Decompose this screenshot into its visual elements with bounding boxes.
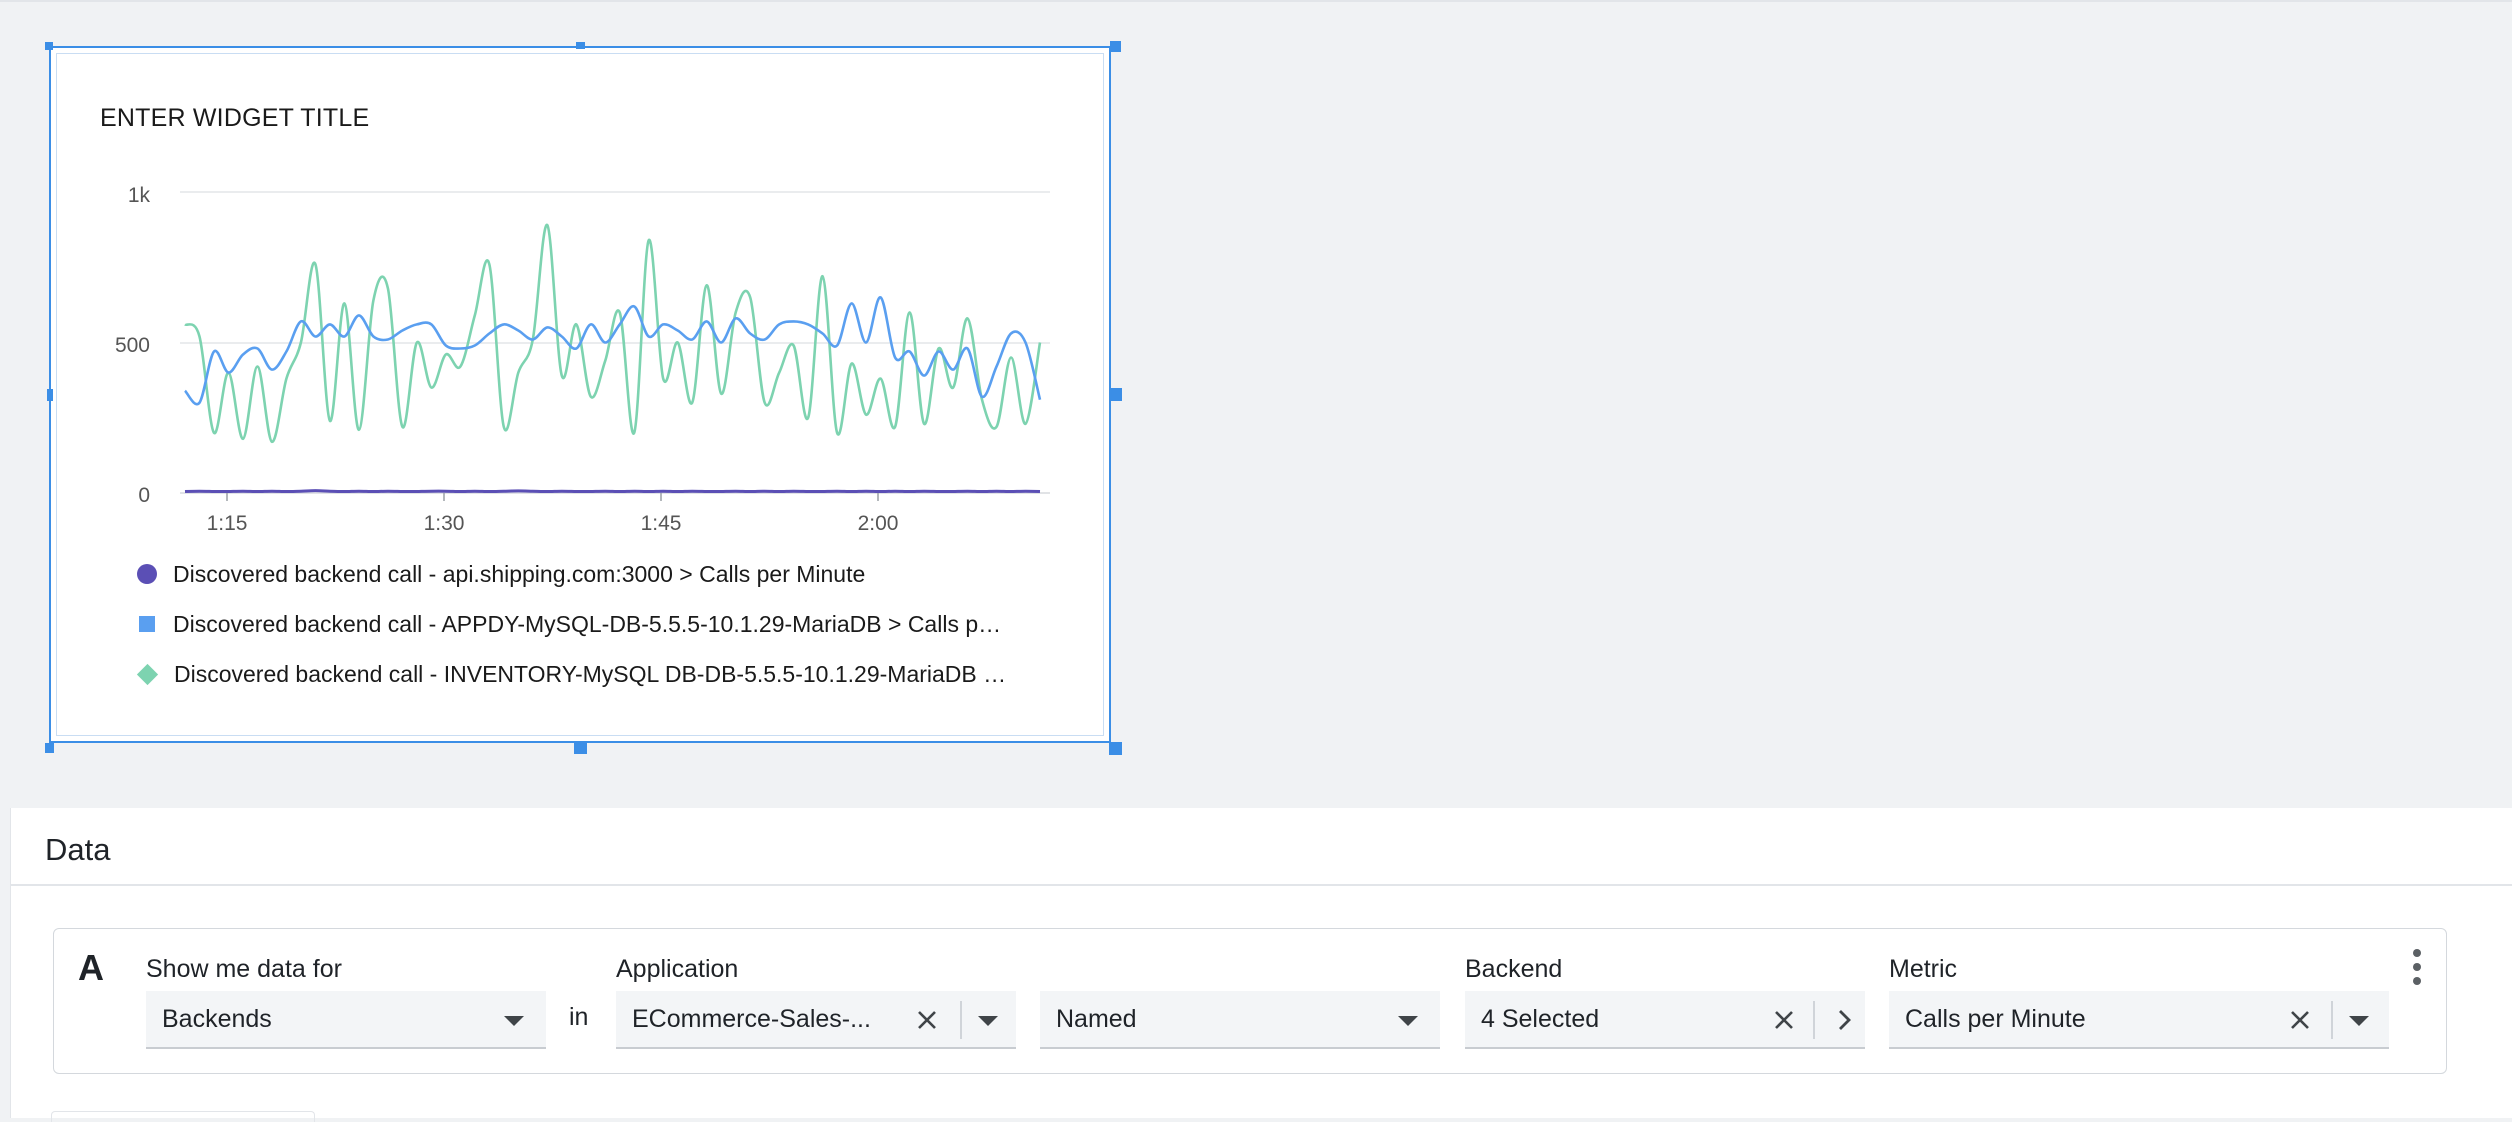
y-tick-0: 0	[138, 484, 150, 507]
resize-handle-bottom-left[interactable]	[45, 743, 54, 753]
legend-square-icon	[139, 616, 155, 632]
show-me-dropdown[interactable]: Backends	[146, 991, 546, 1049]
add-query-tab[interactable]	[51, 1111, 315, 1122]
x-tick-1-15: 1:15	[207, 512, 248, 535]
chevron-down-icon[interactable]	[504, 1016, 524, 1026]
series-layer	[184, 223, 1042, 493]
chevron-down-icon[interactable]	[2349, 1016, 2369, 1026]
query-row: A Show me data for Backends in Applicati…	[53, 928, 2447, 1074]
application-value: ECommerce-Sales-...	[632, 1005, 871, 1033]
data-panel: Data A Show me data for Backends in Appl…	[10, 808, 2512, 1122]
y-tick-500: 500	[115, 334, 150, 357]
legend-label: Discovered backend call - api.shipping.c…	[173, 560, 866, 587]
series-line-1[interactable]	[184, 296, 1042, 406]
y-tick-1k: 1k	[128, 184, 151, 207]
backend-selector[interactable]: 4 Selected	[1465, 991, 1865, 1049]
metric-label: Metric	[1889, 955, 1958, 983]
line-chart: 1k 500 0 1:15 1:30 1:45 2:00	[115, 184, 1050, 535]
scope-dropdown[interactable]: Named	[1040, 991, 1440, 1049]
query-letter: A	[78, 947, 104, 988]
show-me-value: Backends	[162, 1005, 272, 1033]
legend-item-inventory-mysql[interactable]: Discovered backend call - INVENTORY-MySQ…	[136, 654, 1007, 694]
x-tick-1-45: 1:45	[641, 512, 682, 535]
dashboard-canvas: ENTER WIDGET TITLE 1k 500 0 1:15 1:30 1:…	[0, 0, 2512, 808]
series-line-0[interactable]	[184, 489, 1041, 493]
legend-item-appdy-mysql[interactable]: Discovered backend call - APPDY-MySQL-DB…	[137, 604, 1001, 644]
chevron-down-icon[interactable]	[1398, 1016, 1418, 1026]
in-label: in	[569, 1003, 589, 1031]
resize-handle-bottom-center[interactable]	[574, 742, 587, 754]
chevron-down-icon[interactable]	[978, 1016, 998, 1026]
dropdown-divider	[2331, 1001, 2333, 1039]
resize-handle-bottom-right[interactable]	[1109, 742, 1122, 755]
backend-value: 4 Selected	[1481, 1005, 1600, 1033]
data-panel-title: Data	[45, 832, 111, 867]
clear-icon[interactable]	[2287, 1007, 2313, 1033]
more-options-icon[interactable]	[2412, 949, 2422, 987]
clear-icon[interactable]	[914, 1007, 940, 1033]
clear-icon[interactable]	[1771, 1007, 1797, 1033]
legend-label: Discovered backend call - INVENTORY-MySQ…	[174, 660, 1007, 687]
legend-diamond-icon	[136, 663, 159, 685]
scope-value: Named	[1056, 1005, 1137, 1033]
dropdown-divider	[960, 1001, 962, 1039]
x-tick-1-30: 1:30	[424, 512, 465, 535]
selector-divider	[1813, 1001, 1815, 1039]
metric-dropdown[interactable]: Calls per Minute	[1889, 991, 2389, 1049]
show-me-label: Show me data for	[146, 955, 342, 983]
application-label: Application	[616, 955, 739, 983]
legend-item-api-shipping[interactable]: Discovered backend call - api.shipping.c…	[137, 554, 865, 594]
legend-circle-icon	[137, 564, 157, 584]
legend-label: Discovered backend call - APPDY-MySQL-DB…	[173, 610, 1002, 637]
chevron-right-icon[interactable]	[1831, 1007, 1857, 1033]
metric-value: Calls per Minute	[1905, 1005, 2086, 1033]
application-dropdown[interactable]: ECommerce-Sales-...	[616, 991, 1016, 1049]
backend-label: Backend	[1465, 955, 1563, 983]
data-panel-header: Data	[11, 808, 2512, 886]
x-tick-2-00: 2:00	[858, 512, 899, 535]
